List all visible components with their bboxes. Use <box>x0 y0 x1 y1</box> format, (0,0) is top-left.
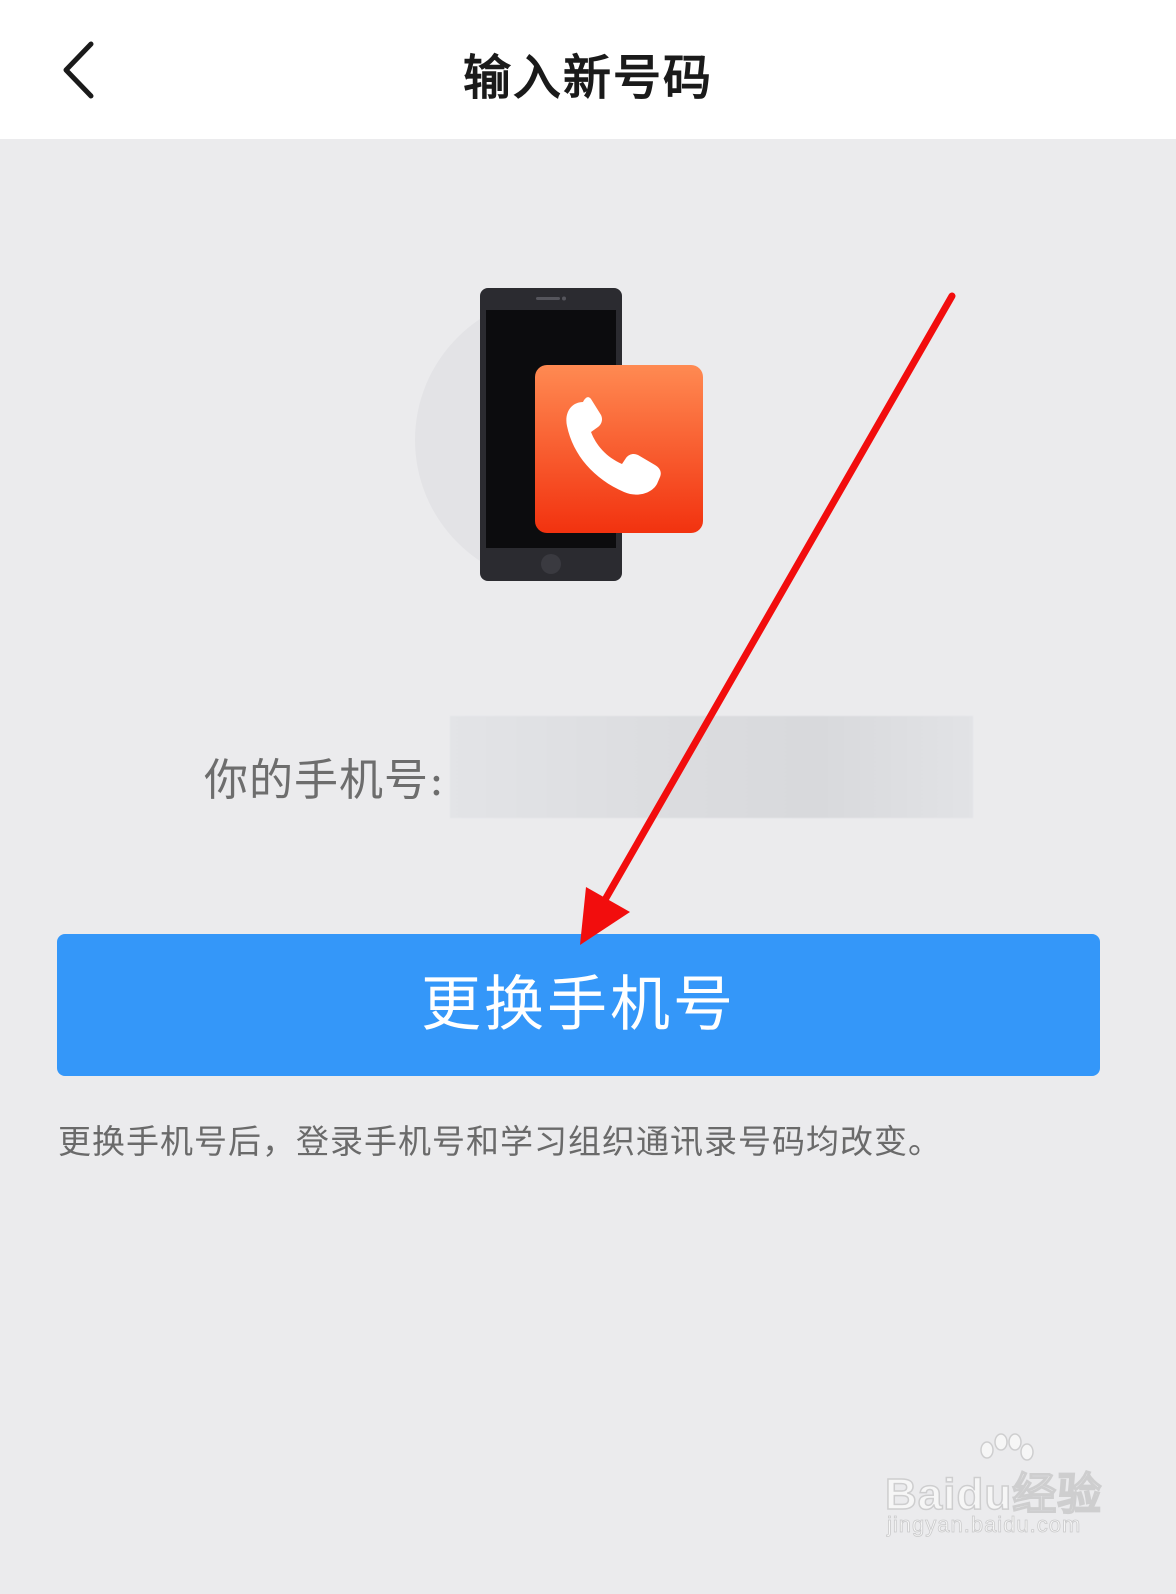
top-bar: 输入新号码 <box>0 0 1176 139</box>
watermark: Baidu经验 jingyan.baidu.com <box>884 1433 1125 1550</box>
current-phone-row: 你的手机号: <box>0 716 1176 818</box>
phone-label: 你的手机号: <box>204 755 445 806</box>
watermark-url: jingyan.baidu.com <box>887 1512 1082 1538</box>
change-phone-button[interactable]: 更换手机号 <box>57 934 1100 1076</box>
phone-call-icon <box>535 365 703 533</box>
phone-call-illustration <box>415 288 703 581</box>
hint-text: 更换手机号后，登录手机号和学习组织通讯录号码均改变。 <box>58 1122 942 1161</box>
phone-number-redacted <box>450 716 973 818</box>
page-title: 输入新号码 <box>462 50 713 106</box>
